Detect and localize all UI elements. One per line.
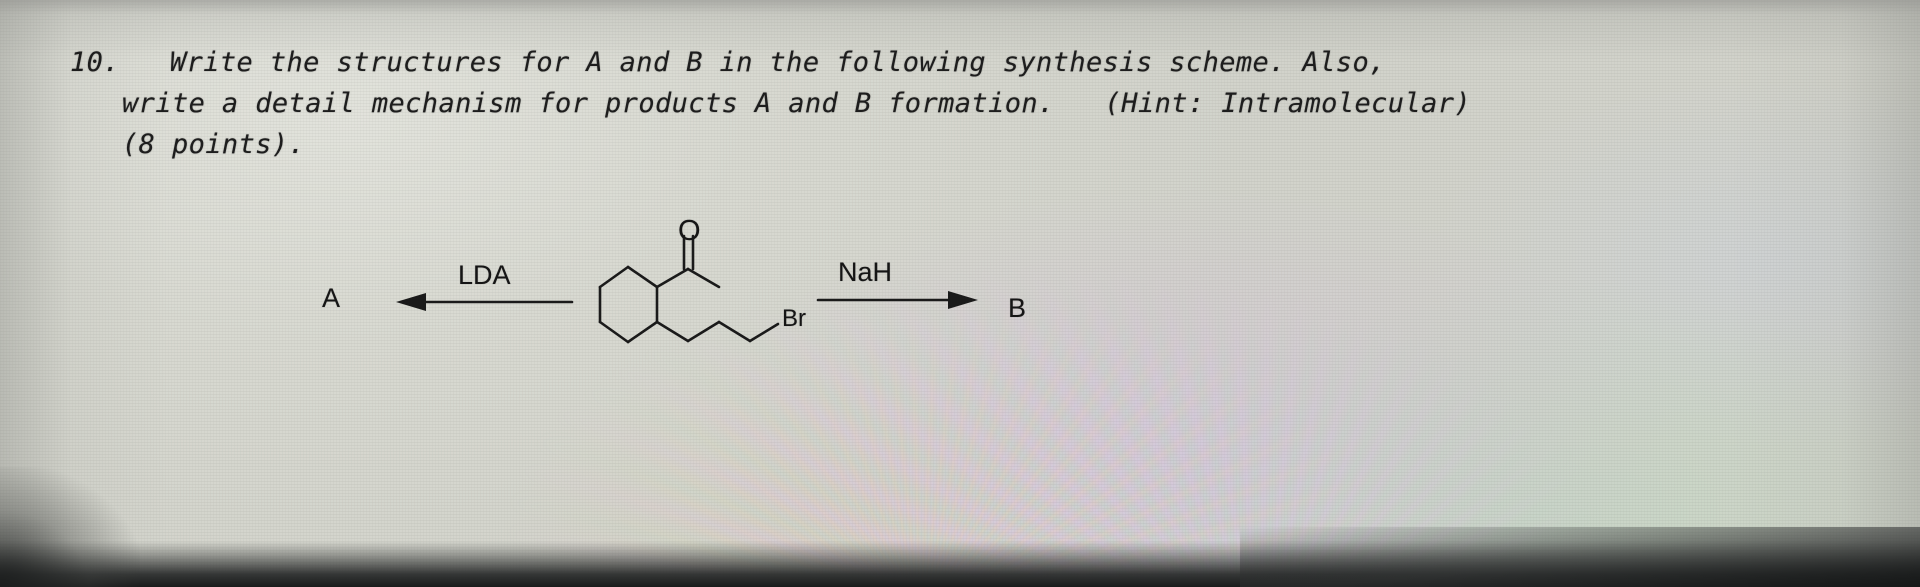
reaction-scheme: A B LDA NaH O Br bbox=[300, 205, 1090, 370]
question-text: 10. Write the structures for A and B in … bbox=[70, 42, 1570, 165]
nah-arrow bbox=[816, 291, 978, 309]
label-product-b: B bbox=[1008, 293, 1027, 323]
label-oxygen-atom: O bbox=[678, 215, 701, 247]
bottom-right-shadow bbox=[1240, 527, 1920, 587]
bromopropyl-chain bbox=[655, 320, 780, 343]
label-reagent-lda: LDA bbox=[458, 260, 511, 290]
bottom-left-corner-shadow bbox=[0, 467, 140, 587]
question-line-3: (8 points). bbox=[122, 129, 306, 160]
question-line-1: 10. Write the structures for A and B in … bbox=[70, 47, 1386, 78]
screenshot-root: 10. Write the structures for A and B in … bbox=[0, 0, 1920, 587]
question-line-2: write a detail mechanism for products A … bbox=[122, 88, 1472, 119]
cyclohexane-ring bbox=[598, 265, 659, 344]
label-bromine-atom: Br bbox=[782, 305, 806, 332]
top-edge-shadow bbox=[0, 0, 1920, 14]
label-product-a: A bbox=[322, 283, 341, 313]
label-reagent-nah: NaH bbox=[838, 257, 893, 287]
lda-arrow bbox=[396, 293, 574, 311]
